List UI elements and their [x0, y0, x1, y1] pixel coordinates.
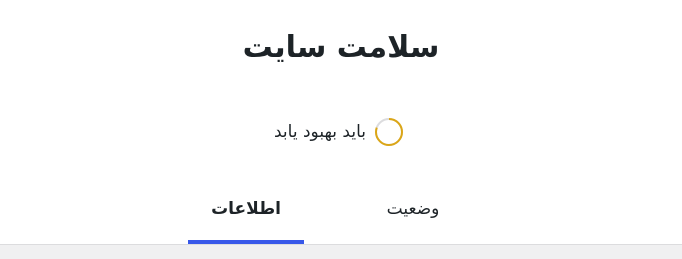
tab-status[interactable]: وضعیت [354, 174, 472, 244]
page-title: سلامت سایت [242, 30, 440, 65]
tab-info[interactable]: اطلاعات [188, 174, 304, 244]
tab-nav: وضعیت اطلاعات [0, 174, 682, 244]
site-health-header: سلامت سایت باید بهبود یابد وضعیت اطلاعات [0, 0, 682, 244]
tab-status-label: وضعیت [386, 199, 440, 219]
health-status: باید بهبود یابد [0, 117, 680, 147]
content-area [0, 245, 682, 259]
tab-info-label: اطلاعات [211, 199, 281, 219]
health-progress-ring-icon [375, 118, 403, 146]
health-status-label: باید بهبود یابد [274, 122, 366, 142]
